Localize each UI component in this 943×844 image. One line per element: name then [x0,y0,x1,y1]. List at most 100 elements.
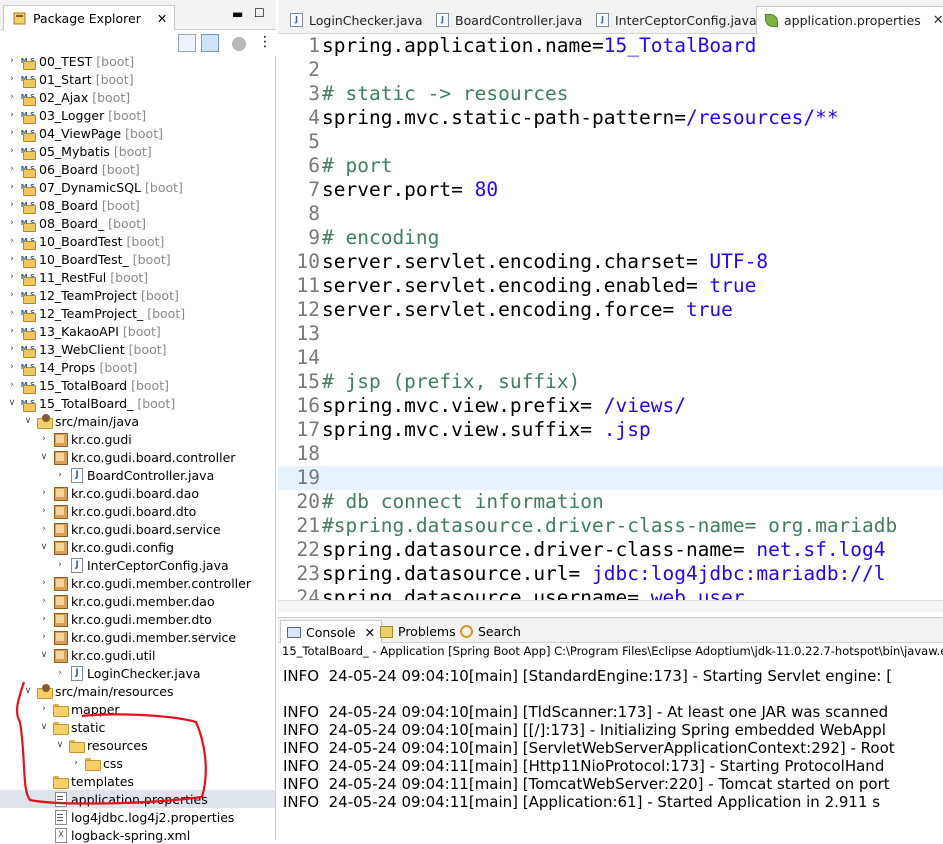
collapsed-chevron-icon[interactable]: › [6,343,18,355]
code-line[interactable]: 4 spring.mvc.static-path-pattern=/resourc… [278,106,943,130]
code-line[interactable]: 8 [278,202,943,226]
tree-item[interactable]: ∨ src/main/java [0,412,275,430]
tree-item[interactable]: › InterCeptorConfig.java [0,556,275,574]
collapsed-chevron-icon[interactable]: › [6,91,18,103]
collapsed-chevron-icon[interactable]: › [6,199,18,211]
code-line[interactable]: 9 # encoding [278,226,943,250]
collapsed-chevron-icon[interactable]: › [54,469,66,481]
collapsed-chevron-icon[interactable]: › [6,379,18,391]
tab-search[interactable]: Search [454,620,527,643]
project-item[interactable]: › M S 02_Ajax [boot] [0,88,275,106]
code-line[interactable]: 19 [278,466,943,490]
code-line[interactable]: 23 spring.datasource.url= jdbc:log4jdbc:m… [278,562,943,586]
expanded-chevron-icon[interactable]: ∨ [22,415,34,427]
project-item[interactable]: › M S 13_KakaoAPI [boot] [0,322,275,340]
tree-item[interactable]: › kr.co.gudi.board.dto [0,502,275,520]
expanded-chevron-icon[interactable]: ∨ [38,541,50,553]
tree-item[interactable]: › kr.co.gudi.member.controller [0,574,275,592]
tree-item[interactable]: › css [0,754,275,772]
project-item[interactable]: › M S 06_Board [boot] [0,160,275,178]
collapsed-chevron-icon[interactable]: › [38,505,50,517]
tree-item[interactable]: ∨ src/main/resources [0,682,275,700]
collapsed-chevron-icon[interactable]: › [38,487,50,499]
collapsed-chevron-icon[interactable]: › [6,163,18,175]
tree-item[interactable]: › BoardController.java [0,466,275,484]
code-line[interactable]: 20 # db connect information [278,490,943,514]
project-item[interactable]: › M S 04_ViewPage [boot] [0,124,275,142]
collapsed-chevron-icon[interactable]: › [6,145,18,157]
collapsed-chevron-icon[interactable]: › [6,325,18,337]
project-item[interactable]: ∨ M S 15_TotalBoard_ [boot] [0,394,275,412]
tree-item[interactable]: ∨ kr.co.gudi.util [0,646,275,664]
tree-item[interactable]: log4jdbc.log4j2.properties [0,808,275,826]
project-item[interactable]: › M S 12_TeamProject_ [boot] [0,304,275,322]
project-item[interactable]: › M S 07_DynamicSQL [boot] [0,178,275,196]
project-item[interactable]: › M S 10_BoardTest_ [boot] [0,250,275,268]
collapsed-chevron-icon[interactable]: › [6,181,18,193]
project-item[interactable]: › M S 08_Board_ [boot] [0,214,275,232]
collapsed-chevron-icon[interactable]: › [38,703,50,715]
collapsed-chevron-icon[interactable]: › [6,235,18,247]
tree-item[interactable]: logback-spring.xml [0,826,275,844]
tree-item[interactable]: templates [0,772,275,790]
tree-item[interactable]: › kr.co.gudi.board.service [0,520,275,538]
project-item[interactable]: › M S 00_TEST [boot] [0,52,275,70]
code-line[interactable]: 6 # port [278,154,943,178]
tab-application-properties[interactable]: application.properties ✕ [756,6,943,34]
code-line[interactable]: 11 server.servlet.encoding.enabled= true [278,274,943,298]
expanded-chevron-icon[interactable]: ∨ [22,685,34,697]
code-line[interactable]: 1 spring.application.name=15_TotalBoard [278,34,943,58]
tree-item[interactable]: › kr.co.gudi.member.dao [0,592,275,610]
tree-item[interactable]: › mapper [0,700,275,718]
project-item[interactable]: › M S 01_Start [boot] [0,70,275,88]
code-line[interactable]: 12 server.servlet.encoding.force= true [278,298,943,322]
console-output[interactable]: INFO 24-05-24 09:04:10[main] [StandardEn… [278,660,943,841]
collapsed-chevron-icon[interactable]: › [6,73,18,85]
horizontal-scrollbar[interactable] [278,600,943,612]
collapsed-chevron-icon[interactable]: › [70,757,82,769]
code-line[interactable]: 17 spring.mvc.view.suffix= .jsp [278,418,943,442]
code-editor[interactable]: 1 spring.application.name=15_TotalBoard 2 3… [278,34,943,600]
project-item[interactable]: › M S 05_Mybatis [boot] [0,142,275,160]
code-line[interactable]: 22 spring.datasource.driver-class-name= n… [278,538,943,562]
expanded-chevron-icon[interactable]: ∨ [38,649,50,661]
collapsed-chevron-icon[interactable]: › [6,217,18,229]
maximize-icon[interactable]: ☐ [254,6,265,20]
collapsed-chevron-icon[interactable]: › [38,433,50,445]
code-line[interactable]: 13 [278,322,943,346]
link-with-editor-icon[interactable] [201,34,219,52]
collapsed-chevron-icon[interactable]: › [6,289,18,301]
collapsed-chevron-icon[interactable]: › [38,577,50,589]
collapsed-chevron-icon[interactable]: › [6,307,18,319]
project-item[interactable]: › M S 13_WebClient [boot] [0,340,275,358]
tab-boardcontroller[interactable]: J BoardController.java [428,6,590,34]
tree-item[interactable]: › kr.co.gudi.member.dto [0,610,275,628]
collapsed-chevron-icon[interactable]: › [38,523,50,535]
tree-item[interactable]: ∨ resources [0,736,275,754]
code-line[interactable]: 5 [278,130,943,154]
tree-item[interactable]: application.properties [0,790,275,808]
project-item[interactable]: › M S 10_BoardTest [boot] [0,232,275,250]
collapsed-chevron-icon[interactable]: › [6,361,18,373]
collapsed-chevron-icon[interactable]: › [6,127,18,139]
view-menu-icon[interactable]: ⋮ [258,34,272,50]
collapse-all-icon[interactable] [178,34,196,52]
tree-item[interactable]: › kr.co.gudi.member.service [0,628,275,646]
collapsed-chevron-icon[interactable]: › [38,595,50,607]
collapsed-chevron-icon[interactable]: › [6,253,18,265]
code-line[interactable]: 24 spring.datasource.username= web_user [278,586,943,600]
collapsed-chevron-icon[interactable]: › [38,613,50,625]
tree-item[interactable]: ∨ kr.co.gudi.config [0,538,275,556]
project-item[interactable]: › M S 15_TotalBoard [boot] [0,376,275,394]
collapsed-chevron-icon[interactable]: › [6,109,18,121]
collapsed-chevron-icon[interactable]: › [54,559,66,571]
tab-loginchecker[interactable]: J LoginChecker.java [282,6,431,34]
tab-interceptorconfig[interactable]: J InterCeptorConfig.java [588,6,765,34]
code-line[interactable]: 15 # jsp (prefix, suffix) [278,370,943,394]
expanded-chevron-icon[interactable]: ∨ [6,397,18,409]
code-line[interactable]: 16 spring.mvc.view.prefix= /views/ [278,394,943,418]
tab-package-explorer[interactable]: Package Explorer ✕ [3,5,176,30]
code-line[interactable]: 7 server.port= 80 [278,178,943,202]
tree-item[interactable]: › kr.co.gudi.board.dao [0,484,275,502]
project-item[interactable]: › M S 12_TeamProject [boot] [0,286,275,304]
